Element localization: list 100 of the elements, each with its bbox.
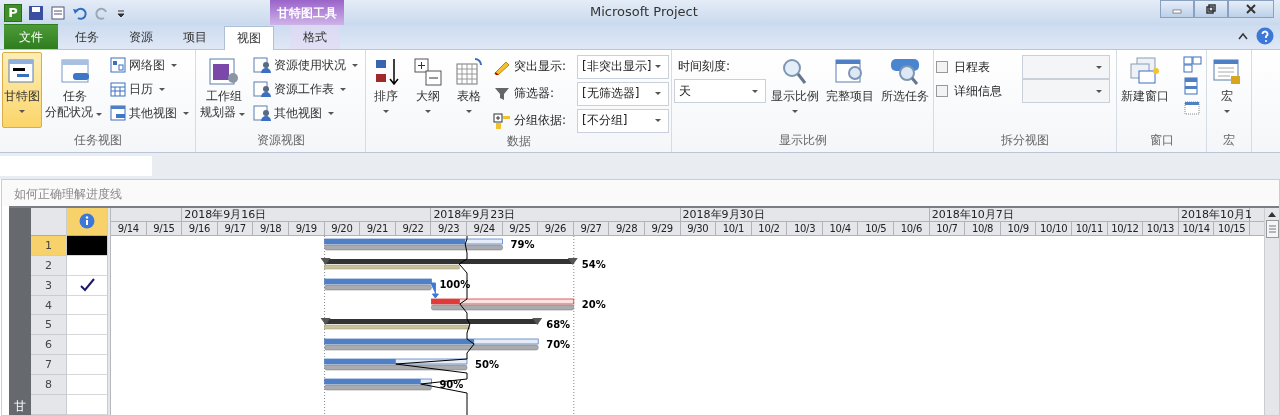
row-number[interactable]: 4 [31, 295, 66, 316]
caret-icon [654, 65, 661, 68]
indicator-column-header[interactable] [67, 208, 107, 236]
dropdown-field[interactable]: [不分组] [576, 108, 669, 133]
timescale-day: 9/30 [680, 222, 717, 235]
timescale-day: 9/25 [502, 222, 539, 235]
ribbon-button[interactable]: 表格 [451, 52, 488, 128]
timescale-day: 9/27 [573, 222, 610, 235]
context-tab-group-label: 甘特图工具 [277, 5, 337, 22]
task-bar[interactable] [429, 282, 575, 311]
timescale-day: 9/24 [466, 222, 503, 235]
timescale-day: 10/11 [1072, 222, 1108, 235]
timescale-day: 9/20 [324, 222, 361, 235]
dropdown-field[interactable]: [非突出显示] [576, 54, 669, 79]
timescale-day: 10/4 [822, 222, 859, 235]
timescale-day: 10/5 [858, 222, 895, 235]
select-all-header[interactable] [31, 208, 66, 236]
caret-icon [1096, 89, 1102, 93]
ribbon-menu-button[interactable]: 其他视图 [251, 102, 363, 124]
ribbon-group-label: 显示比例 [777, 132, 828, 149]
ribbon-button[interactable]: 工作组 规划器 [198, 52, 250, 128]
ribbon-button[interactable]: 大纲 [409, 52, 446, 128]
ribbon-button[interactable]: 甘特图 [2, 52, 42, 128]
ribbon-tab[interactable]: 资源 [116, 25, 166, 49]
row-number[interactable]: 8 [31, 375, 66, 396]
ribbon-tab[interactable]: 任务 [62, 25, 112, 49]
dropdown-field[interactable]: [无筛选器] [576, 81, 669, 106]
network-icon [110, 57, 126, 73]
close-button[interactable] [1228, 0, 1274, 18]
ribbon-menu-button[interactable]: 资源使用状况 [251, 54, 363, 76]
ribbon-button[interactable]: 新建窗口 [1119, 52, 1171, 128]
checkbox[interactable] [936, 61, 948, 73]
row-number[interactable]: 1 [31, 235, 66, 256]
timescale-day: 10/9 [1000, 222, 1037, 235]
timescale-day: 10/15 [1214, 222, 1250, 235]
percent-label: 54% [581, 259, 606, 270]
ribbon-button[interactable]: 显示比例 [769, 52, 821, 128]
ribbon-tab[interactable]: 视图 [224, 26, 274, 50]
row-number[interactable]: 3 [31, 275, 66, 296]
timescale-day: 9/16 [182, 222, 218, 235]
timescale-day: 9/26 [538, 222, 574, 235]
timescale-day: 10/13 [1143, 222, 1179, 235]
timescale-day: 9/19 [288, 222, 325, 235]
ribbon-menu-button[interactable]: 网络图 [108, 54, 194, 76]
timescale-week: 2018年10月1 [1178, 208, 1251, 221]
timescale-day: 9/28 [609, 222, 645, 235]
dropdown-field[interactable] [1022, 55, 1110, 79]
summary-bar[interactable] [320, 258, 578, 270]
ribbon-group-label: 数据 [505, 133, 532, 150]
bar-magnifier-icon [889, 56, 921, 88]
ribbon-menu-button[interactable]: 其他视图 [108, 102, 194, 124]
timescale-day: 9/21 [360, 222, 396, 235]
ribbon-group-label: 任务视图 [72, 132, 123, 149]
ribbon-group-label: 窗口 [1148, 132, 1175, 149]
caret-icon [654, 119, 661, 122]
timescale-day: 9/18 [253, 222, 289, 235]
percent-label: 20% [581, 299, 606, 310]
field-label: 分组依据: [513, 112, 567, 129]
caret-icon [752, 89, 758, 93]
row-number[interactable]: 2 [31, 255, 66, 276]
view-icon [50, 4, 66, 21]
task-bar[interactable] [324, 358, 468, 371]
summary-bar[interactable] [320, 318, 543, 330]
window-title: Microsoft Project [590, 4, 698, 19]
ribbon-menu-button[interactable]: 日历 [108, 78, 194, 100]
caret-icon [654, 92, 661, 95]
timescale-day: 10/12 [1107, 222, 1144, 235]
field-label: 时间刻度: [678, 58, 732, 75]
checkbox[interactable] [936, 85, 948, 97]
row-number[interactable]: 6 [31, 335, 66, 356]
restore-icon [1206, 4, 1216, 14]
timescale-week: 2018年10月7日 [929, 208, 1179, 221]
timescale-day: 10/7 [929, 222, 966, 235]
restore-button[interactable] [1194, 0, 1228, 18]
sheet-person-icon [253, 57, 271, 73]
timescale-day: 9/17 [217, 222, 254, 235]
check-icon [79, 278, 95, 293]
ribbon-tab[interactable]: 文件 [4, 24, 58, 49]
ribbon-tab[interactable]: 项目 [170, 25, 220, 49]
timescale-day: 10/10 [1036, 222, 1073, 235]
calendar-icon [110, 81, 126, 97]
timescale-day: 10/6 [894, 222, 930, 235]
row-number[interactable]: 5 [31, 315, 66, 336]
funnel-icon [492, 85, 511, 102]
ribbon-group-label: 拆分视图 [1000, 132, 1050, 149]
field-label: 筛选器: [513, 85, 555, 102]
view-title: 如何正确理解进度线 [2, 180, 1279, 206]
ribbon-button[interactable]: 宏 [1209, 52, 1245, 128]
percent-label: 100% [439, 279, 471, 290]
dropdown-field[interactable]: 天 [674, 79, 766, 103]
ribbon-button[interactable]: 任务 分配状况 [43, 52, 107, 128]
row-number[interactable]: 7 [31, 355, 66, 376]
ribbon-button[interactable]: 排序 [368, 52, 404, 128]
ribbon-menu-button[interactable]: 资源工作表 [251, 78, 363, 100]
ribbon-tab[interactable]: 格式 [290, 25, 340, 49]
timescale-day: 10/14 [1178, 222, 1215, 235]
field-label: 突出显示: [513, 58, 567, 75]
dropdown-field[interactable] [1022, 79, 1110, 103]
ribbon-button[interactable]: 完整项目 [824, 52, 876, 128]
ribbon-button[interactable]: 所选任务 [879, 52, 931, 128]
